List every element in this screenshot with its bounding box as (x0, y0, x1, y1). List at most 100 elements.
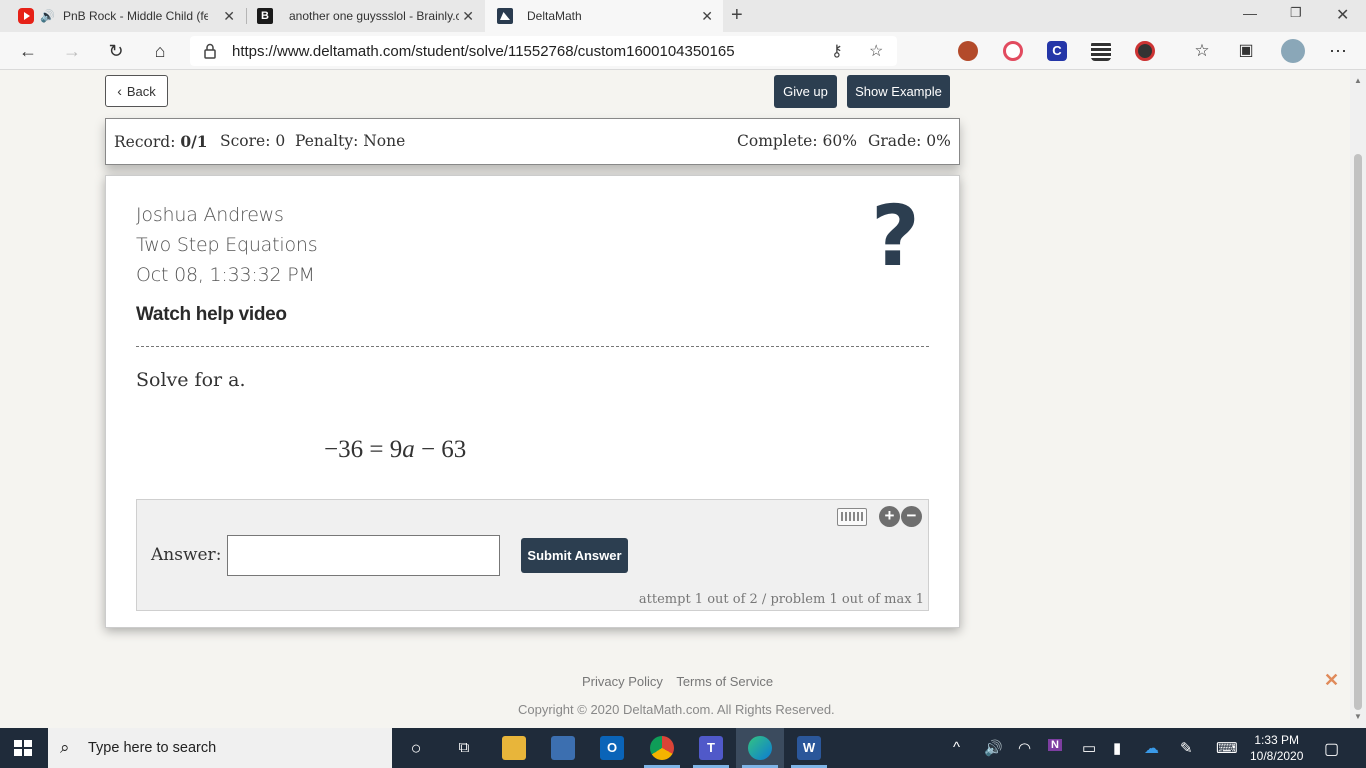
window-close-icon[interactable]: ✕ (1336, 5, 1349, 25)
chrome-icon[interactable] (650, 736, 674, 760)
address-bar[interactable]: https://www.deltamath.com/student/solve/… (190, 36, 897, 66)
tab-youtube[interactable]: 🔊 PnB Rock - Middle Child (fe ✕ (0, 0, 245, 32)
zoom-in-icon[interactable]: + (879, 506, 900, 527)
search-icon: ⌕ (60, 738, 70, 757)
url-text[interactable]: https://www.deltamath.com/student/solve/… (232, 43, 735, 60)
back-arrow-icon[interactable]: ← (16, 39, 40, 63)
extension-icon[interactable] (958, 41, 978, 61)
answer-input[interactable] (227, 535, 500, 576)
keyboard-icon[interactable] (837, 508, 867, 526)
copyright-text: Copyright © 2020 DeltaMath.com. All Righ… (518, 702, 835, 717)
extension-icon[interactable] (1135, 41, 1155, 61)
favorites-icon[interactable]: ☆ (1190, 39, 1214, 63)
show-hidden-icons-icon[interactable]: ^ (953, 739, 960, 756)
home-icon[interactable]: ⌂ (148, 39, 172, 63)
battery-icon[interactable]: ▮ (1113, 739, 1121, 757)
penalty-stat: Penalty: None (295, 132, 406, 150)
file-explorer-icon[interactable] (502, 736, 526, 760)
extension-c-icon[interactable]: C (1047, 41, 1067, 61)
complete-stat: Complete: 60% (737, 132, 857, 150)
browser-tab-strip: 🔊 PnB Rock - Middle Child (fe ✕ B anothe… (0, 0, 1366, 32)
restore-icon[interactable]: ❐ (1290, 5, 1302, 21)
teams-icon[interactable]: T (699, 736, 723, 760)
clock-time: 1:33 PM (1254, 733, 1300, 747)
problem-card: Joshua Andrews Two Step Equations Oct 08… (105, 175, 960, 628)
keyboard-layout-icon[interactable]: ⌨ (1216, 739, 1238, 757)
task-view-icon[interactable]: ⧉ (452, 736, 476, 760)
onedrive-icon[interactable]: ☁ (1144, 739, 1159, 757)
pen-icon[interactable]: ✎ (1180, 739, 1193, 757)
score-stat: Score: 0 (220, 132, 286, 150)
close-icon[interactable]: ✕ (462, 8, 474, 25)
browser-toolbar: ← → ↻ ⌂ https://www.deltamath.com/studen… (0, 32, 1366, 70)
student-name: Joshua Andrews (136, 204, 284, 226)
problem-equation: −36 = 9a − 63 (324, 436, 467, 463)
dismiss-close-icon[interactable]: ✕ (1324, 670, 1339, 691)
key-icon[interactable]: ⚷ (831, 41, 843, 61)
notifications-icon[interactable]: ▢ (1324, 739, 1339, 759)
answer-label: Answer: (151, 545, 222, 565)
brainly-icon: B (257, 8, 273, 24)
search-placeholder: Type here to search (88, 740, 217, 756)
collections-icon[interactable]: ▣ (1234, 39, 1258, 63)
record-stat: Record: 0/1 (114, 132, 208, 151)
help-question-icon[interactable]: ? (871, 194, 920, 278)
tab-title: PnB Rock - Middle Child (fe (62, 9, 208, 23)
wifi-icon[interactable]: ◠ (1018, 739, 1031, 757)
more-menu-icon[interactable]: ⋯ (1326, 39, 1350, 63)
favorite-star-icon[interactable]: ☆ (869, 41, 883, 61)
extension-icon[interactable] (1003, 41, 1023, 61)
qr-code-icon[interactable] (1091, 41, 1111, 61)
scroll-down-icon[interactable]: ▼ (1354, 712, 1362, 721)
watch-help-video-link[interactable]: Watch help video (136, 304, 287, 326)
edge-icon[interactable] (748, 736, 772, 760)
scroll-up-icon[interactable]: ▲ (1354, 76, 1362, 85)
speaker-icon[interactable]: 🔊 (40, 9, 55, 23)
submit-answer-button[interactable]: Submit Answer (521, 538, 628, 573)
refresh-icon[interactable]: ↻ (104, 39, 128, 63)
close-icon[interactable]: ✕ (223, 8, 235, 25)
answer-panel: + − Answer: Submit Answer attempt 1 out … (136, 499, 929, 611)
privacy-policy-link[interactable]: Privacy Policy (582, 674, 663, 689)
new-tab-icon[interactable]: + (731, 4, 743, 27)
problem-timestamp: Oct 08, 1:33:32 PM (136, 264, 315, 286)
footer-links: Privacy Policy Terms of Service (582, 674, 783, 689)
minimize-icon[interactable]: — (1243, 5, 1257, 21)
tab-title: another one guyssslol - Brainly.c (289, 9, 459, 23)
forward-arrow-icon[interactable]: → (60, 39, 84, 63)
outlook-icon[interactable]: O (600, 736, 624, 760)
terms-of-service-link[interactable]: Terms of Service (676, 674, 773, 689)
profile-avatar[interactable] (1281, 39, 1305, 63)
zoom-out-icon[interactable]: − (901, 506, 922, 527)
taskbar-clock[interactable]: 1:33 PM 10/8/2020 (1250, 732, 1303, 764)
attempt-counter: attempt 1 out of 2 / problem 1 out of ma… (638, 592, 924, 607)
tab-brainly[interactable]: B another one guyssslol - Brainly.c ✕ (247, 0, 484, 32)
lock-icon (204, 43, 216, 59)
volume-icon[interactable]: 🔊 (984, 739, 1003, 757)
scrollbar-thumb[interactable] (1354, 154, 1362, 710)
assignment-title: Two Step Equations (136, 234, 318, 256)
give-up-button[interactable]: Give up (774, 75, 837, 108)
display-icon[interactable]: ▭ (1082, 739, 1096, 757)
back-label: Back (126, 83, 156, 99)
deltamath-icon (497, 8, 513, 24)
taskbar-search-box[interactable]: ⌕ Type here to search (48, 728, 392, 768)
page-scrollbar[interactable]: ▲ ▼ (1350, 70, 1366, 728)
tab-deltamath[interactable]: DeltaMath ✕ (485, 0, 723, 32)
chevron-left-icon: ‹ (117, 83, 122, 99)
store-icon[interactable] (551, 736, 575, 760)
cortana-icon[interactable]: ○ (404, 736, 428, 760)
back-button[interactable]: ‹ Back (105, 75, 168, 107)
close-icon[interactable]: ✕ (701, 8, 713, 25)
onenote-icon[interactable]: N (1048, 739, 1062, 751)
record-bar: Record: 0/1 Score: 0 Penalty: None Compl… (105, 118, 960, 165)
divider (136, 346, 929, 347)
tab-title: DeltaMath (527, 9, 582, 23)
youtube-icon (18, 8, 34, 24)
clock-date: 10/8/2020 (1250, 749, 1304, 763)
problem-prompt: Solve for a. (136, 369, 246, 391)
word-icon[interactable]: W (797, 736, 821, 760)
windows-start-icon[interactable] (14, 740, 32, 756)
page-content: ‹ Back Give up Show Example Record: 0/1 … (0, 70, 1350, 728)
show-example-button[interactable]: Show Example (847, 75, 950, 108)
